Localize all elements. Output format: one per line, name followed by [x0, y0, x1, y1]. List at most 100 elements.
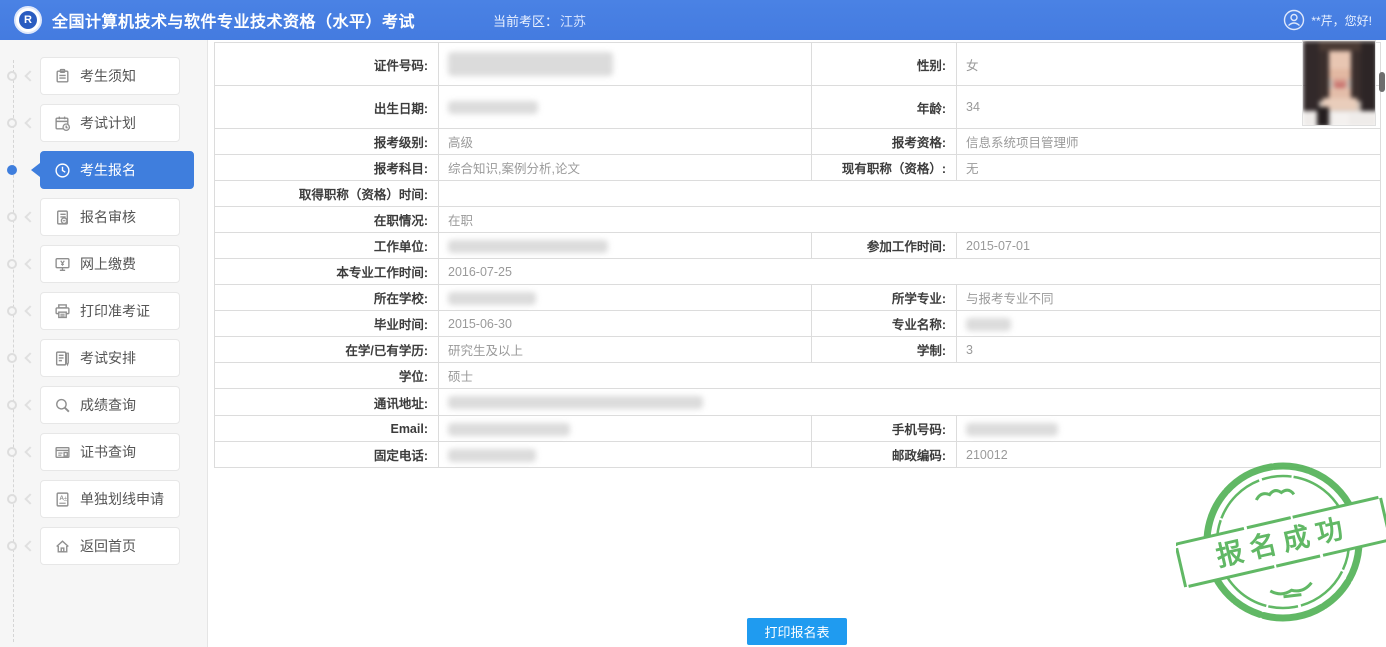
redacted-value — [966, 318, 1011, 331]
sidebar-item-label: 网上缴费 — [80, 254, 136, 274]
field-value: 在职 — [439, 207, 1381, 233]
region-value: 江苏 — [560, 14, 586, 29]
field-value: 信息系统项目管理师 — [957, 129, 1381, 155]
field-label: 邮政编码: — [812, 442, 957, 468]
sidebar-row: 考生报名 — [0, 151, 207, 189]
redacted-value — [448, 396, 703, 409]
print-registration-button[interactable]: 打印报名表 — [747, 618, 847, 645]
redacted-value — [448, 52, 613, 76]
timeline-node-icon — [7, 353, 17, 363]
timeline-chevron-icon — [24, 117, 35, 128]
field-label: 报考科目: — [215, 155, 439, 181]
calendar-clock-icon — [54, 115, 71, 132]
field-label: 手机号码: — [812, 416, 957, 442]
sidebar: 考生须知考试计划考生报名报名审核网上缴费打印准考证考试安排成绩查询证书查询 A±单… — [0, 40, 207, 647]
field-label: 学制: — [812, 337, 957, 363]
field-value: 高级 — [439, 129, 812, 155]
redacted-value — [448, 240, 608, 253]
field-value — [439, 181, 1381, 207]
field-value: 2015-07-01 — [957, 233, 1381, 259]
stamp-text: 报名成功 — [1213, 511, 1352, 572]
sidebar-row: 报名审核 — [0, 198, 207, 236]
timeline-chevron-icon — [24, 352, 35, 363]
sidebar-item-5[interactable]: 打印准考证 — [40, 292, 180, 330]
registration-table: 证件号码:性别:女出生日期:年龄:34报考级别:高级报考资格:信息系统项目管理师… — [214, 42, 1381, 468]
sidebar-item-9[interactable]: A±单独划线申请 — [40, 480, 180, 518]
scrollbar-thumb[interactable] — [1379, 72, 1385, 92]
sidebar-item-label: 考试计划 — [80, 113, 136, 133]
sidebar-item-2[interactable]: 考生报名 — [40, 151, 194, 189]
document-review-icon — [54, 209, 71, 226]
field-label: 所学专业: — [812, 285, 957, 311]
sidebar-row: 成绩查询 — [0, 386, 207, 424]
field-value: 2015-06-30 — [439, 311, 812, 337]
field-value — [439, 233, 812, 259]
field-label: 报考资格: — [812, 129, 957, 155]
timeline-chevron-icon — [24, 399, 35, 410]
user-greeting[interactable]: **芹，您好! — [1283, 9, 1372, 31]
sidebar-item-label: 返回首页 — [80, 536, 136, 556]
region-label: 当前考区： — [493, 14, 558, 29]
home-icon — [54, 538, 71, 555]
sidebar-item-7[interactable]: 成绩查询 — [40, 386, 180, 424]
field-label: 学位: — [215, 363, 439, 389]
field-label: 固定电话: — [215, 442, 439, 468]
field-label: 现有职称（资格）: — [812, 155, 957, 181]
site-logo-icon: R — [14, 6, 42, 34]
field-label: 出生日期: — [215, 86, 439, 129]
field-value — [957, 311, 1381, 337]
timeline-chevron-icon — [24, 258, 35, 269]
timeline-node-icon — [7, 400, 17, 410]
timeline-node-icon — [7, 494, 17, 504]
timeline-chevron-icon — [24, 446, 35, 457]
redacted-value — [448, 449, 536, 462]
redacted-value — [448, 101, 538, 114]
user-avatar-icon — [1283, 9, 1305, 31]
sidebar-item-6[interactable]: 考试安排 — [40, 339, 180, 377]
sidebar-item-0[interactable]: 考生须知 — [40, 57, 180, 95]
sidebar-item-8[interactable]: 证书查询 — [40, 433, 180, 471]
field-label: 参加工作时间: — [812, 233, 957, 259]
field-value: 无 — [957, 155, 1381, 181]
sidebar-item-4[interactable]: 网上缴费 — [40, 245, 180, 283]
field-value: 2016-07-25 — [439, 259, 1381, 285]
field-value — [439, 442, 812, 468]
field-label: 在职情况: — [215, 207, 439, 233]
sidebar-row: 考试计划 — [0, 104, 207, 142]
sidebar-item-1[interactable]: 考试计划 — [40, 104, 180, 142]
sidebar-item-10[interactable]: 返回首页 — [40, 527, 180, 565]
candidate-photo — [1302, 40, 1376, 126]
sidebar-item-label: 报名审核 — [80, 207, 136, 227]
field-label: 在学/已有学历: — [215, 337, 439, 363]
printer-icon — [54, 303, 71, 320]
document-pen-icon — [54, 350, 71, 367]
timeline-node-icon — [7, 212, 17, 222]
sidebar-item-label: 考生报名 — [80, 160, 136, 180]
field-value — [439, 43, 812, 86]
sidebar-item-label: 考生须知 — [80, 66, 136, 86]
sidebar-row: 打印准考证 — [0, 292, 207, 330]
sidebar-item-label: 单独划线申请 — [80, 489, 164, 509]
sidebar-item-label: 成绩查询 — [80, 395, 136, 415]
field-label: Email: — [215, 416, 439, 442]
sidebar-row: 返回首页 — [0, 527, 207, 565]
field-label: 所在学校: — [215, 285, 439, 311]
field-label: 工作单位: — [215, 233, 439, 259]
field-label: 报考级别: — [215, 129, 439, 155]
timeline-node-icon — [7, 118, 17, 128]
timeline-chevron-icon — [24, 493, 35, 504]
timeline-chevron-icon — [24, 70, 35, 81]
timeline-node-icon — [7, 259, 17, 269]
field-value: 硕士 — [439, 363, 1381, 389]
field-value — [439, 285, 812, 311]
sidebar-row: 考生须知 — [0, 57, 207, 95]
greeting-text: **芹，您好! — [1311, 12, 1372, 29]
sidebar-item-label: 证书查询 — [80, 442, 136, 462]
sidebar-item-3[interactable]: 报名审核 — [40, 198, 180, 236]
magnifier-icon — [54, 397, 71, 414]
field-value — [439, 86, 812, 129]
sidebar-row: 考试安排 — [0, 339, 207, 377]
site-title: 全国计算机技术与软件专业技术资格（水平）考试 — [52, 8, 415, 32]
field-value — [957, 416, 1381, 442]
field-label: 年龄: — [812, 86, 957, 129]
